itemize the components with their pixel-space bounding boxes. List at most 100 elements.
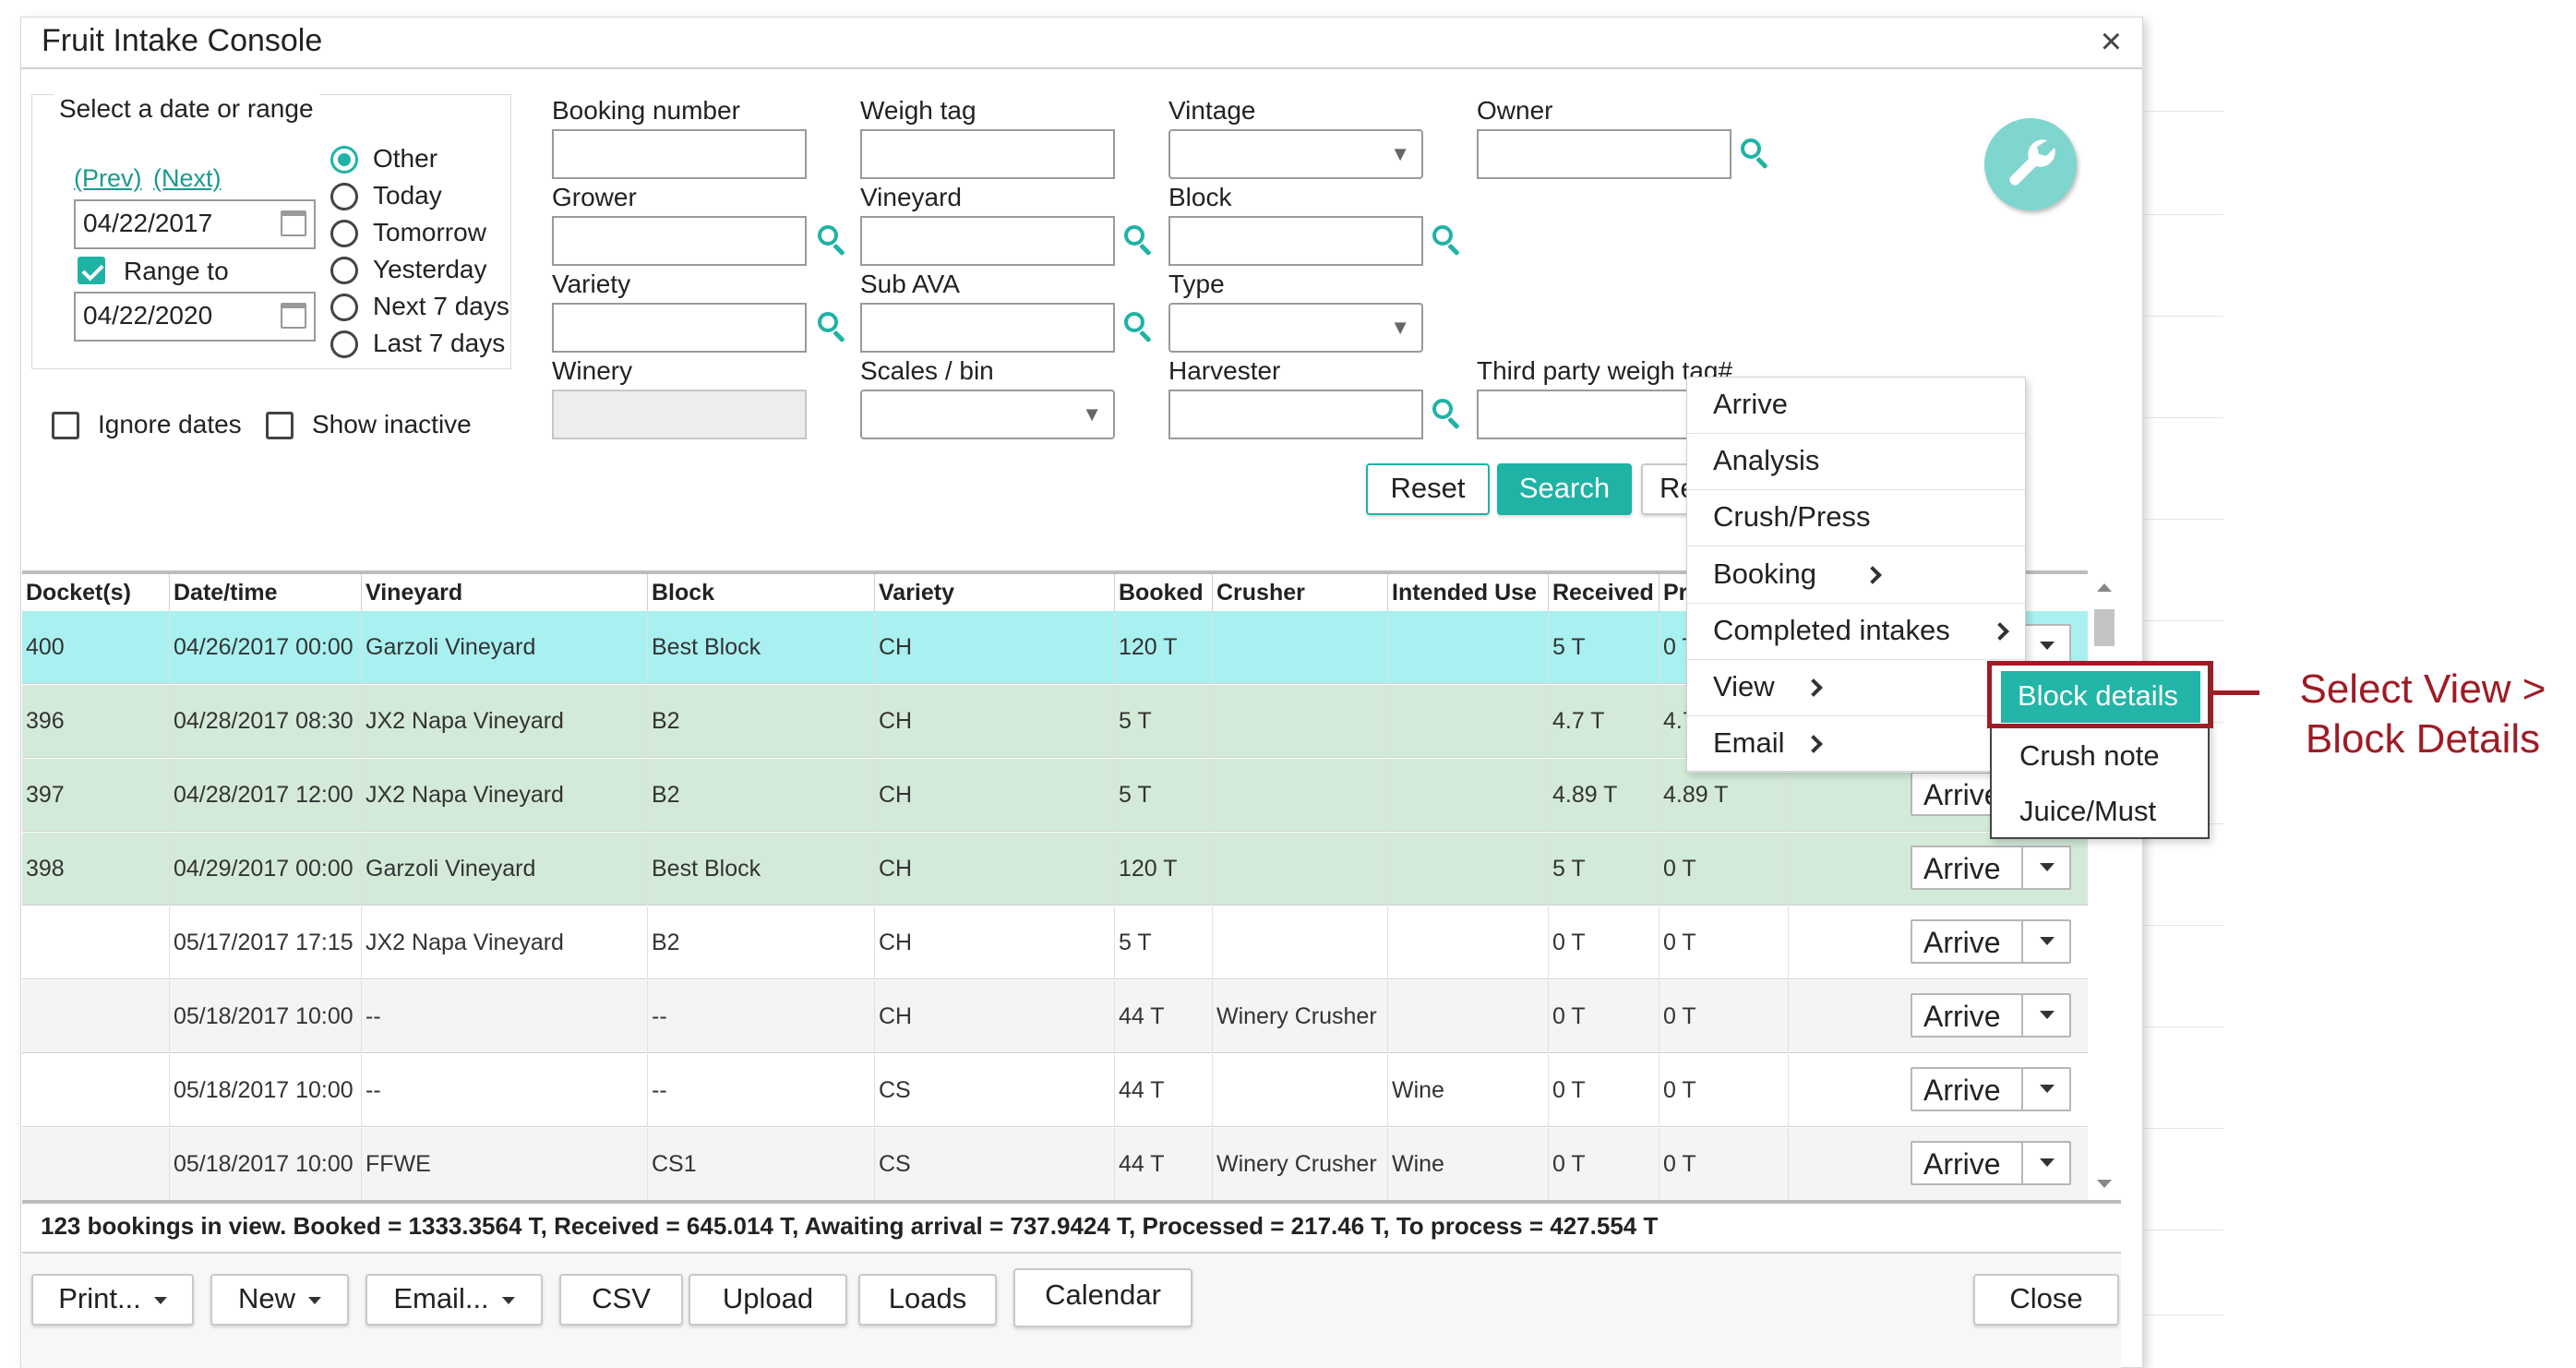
search-icon[interactable] bbox=[1122, 310, 1156, 343]
chevron-down-icon[interactable] bbox=[2021, 847, 2069, 888]
new-button[interactable]: New bbox=[210, 1274, 349, 1326]
sub-ava-input[interactable] bbox=[860, 303, 1115, 353]
close-button[interactable]: Close bbox=[1973, 1274, 2119, 1326]
dialog-title: Fruit Intake Console bbox=[42, 23, 323, 58]
search-icon[interactable] bbox=[1739, 137, 1772, 170]
calendar-icon[interactable] bbox=[281, 210, 306, 236]
range-to-checkbox[interactable] bbox=[78, 257, 105, 284]
type-select[interactable]: ▼ bbox=[1168, 303, 1423, 353]
harvester-label: Harvester bbox=[1168, 356, 1281, 385]
search-icon[interactable] bbox=[816, 310, 849, 343]
block-details-menu-item[interactable]: Block details bbox=[2001, 671, 2200, 723]
scales-bin-select[interactable]: ▼ bbox=[860, 390, 1115, 439]
chevron-right-icon bbox=[1863, 565, 1882, 584]
grower-input[interactable] bbox=[552, 216, 807, 266]
chevron-down-icon: ▼ bbox=[1390, 142, 1410, 165]
col-vineyard[interactable]: Vineyard bbox=[362, 574, 648, 611]
col-intended-use[interactable]: Intended Use bbox=[1388, 574, 1549, 611]
cell-docket: 396 bbox=[22, 685, 170, 758]
calendar-button[interactable]: Calendar bbox=[1013, 1268, 1192, 1327]
completed-intakes-menu-item[interactable]: Completed intakes bbox=[1687, 604, 2025, 660]
table-row[interactable]: 398 04/29/2017 00:00 Garzoli Vineyard Best … bbox=[22, 833, 2088, 906]
crush-note-menu-item[interactable]: Crush note bbox=[1992, 728, 2208, 785]
cell-processed: 0 T bbox=[1659, 1054, 1789, 1127]
email-button[interactable]: Email... bbox=[365, 1274, 543, 1326]
radio-tomorrow[interactable] bbox=[330, 220, 358, 247]
search-icon[interactable] bbox=[1122, 223, 1156, 257]
cell-block: -- bbox=[648, 1054, 875, 1127]
vintage-select[interactable]: ▼ bbox=[1168, 129, 1423, 179]
prev-link[interactable]: (Prev) bbox=[74, 164, 142, 193]
csv-button[interactable]: CSV bbox=[559, 1274, 683, 1326]
radio-yesterday[interactable] bbox=[330, 257, 358, 284]
chevron-down-icon[interactable] bbox=[2021, 1143, 2069, 1183]
loads-button[interactable]: Loads bbox=[858, 1274, 997, 1326]
col-docket[interactable]: Docket(s) bbox=[22, 574, 170, 611]
wrench-icon[interactable] bbox=[1984, 118, 2077, 210]
arrive-button[interactable]: Arrive bbox=[1911, 1141, 2071, 1185]
chevron-down-icon[interactable] bbox=[2021, 1069, 2069, 1110]
cell-variety: CS bbox=[875, 1054, 1115, 1127]
type-label: Type bbox=[1168, 270, 1225, 298]
chevron-down-icon[interactable] bbox=[2021, 995, 2069, 1036]
arrive-button[interactable]: Arrive bbox=[1911, 846, 2071, 890]
booking-menu-item[interactable]: Booking bbox=[1687, 547, 2025, 604]
radio-other[interactable] bbox=[330, 146, 358, 174]
booking-number-input[interactable] bbox=[552, 129, 807, 179]
analysis-menu-item[interactable]: Analysis bbox=[1687, 434, 2025, 491]
harvester-input[interactable] bbox=[1168, 390, 1423, 439]
upload-button[interactable]: Upload bbox=[689, 1274, 847, 1326]
date-from-input[interactable]: 04/22/2017 bbox=[74, 199, 316, 249]
show-inactive-checkbox[interactable] bbox=[266, 412, 294, 439]
radio-next-7-days[interactable] bbox=[330, 294, 358, 321]
ignore-dates-checkbox[interactable] bbox=[52, 412, 79, 439]
juice-must-menu-item[interactable]: Juice/Must bbox=[1992, 784, 2208, 840]
date-to-input[interactable]: 04/22/2020 bbox=[74, 292, 316, 342]
arrive-button[interactable]: Arrive bbox=[1911, 1067, 2071, 1111]
col-datetime[interactable]: Date/time bbox=[170, 574, 362, 611]
col-variety[interactable]: Variety bbox=[875, 574, 1115, 611]
col-received[interactable]: Received bbox=[1549, 574, 1659, 611]
scroll-down-icon[interactable] bbox=[2097, 1180, 2112, 1188]
table-row[interactable]: 05/18/2017 10:00 -- -- CS 44 T Wine 0 T0 T Arri… bbox=[22, 1054, 2088, 1127]
bookings-summary: 123 bookings in view. Booked = 1333.3564… bbox=[22, 1200, 2121, 1254]
search-button[interactable]: Search bbox=[1497, 463, 1632, 515]
table-row[interactable]: 05/18/2017 10:00 -- -- CH 44 T Winery Crusher… bbox=[22, 980, 2088, 1053]
cell-docket bbox=[22, 1128, 170, 1200]
cell-vineyard: Garzoli Vineyard bbox=[362, 833, 648, 906]
radio-last-7-days[interactable] bbox=[330, 330, 358, 358]
chevron-down-icon[interactable] bbox=[2021, 626, 2069, 666]
cell-received: 0 T bbox=[1549, 1054, 1659, 1127]
arrive-button[interactable]: Arrive bbox=[1911, 919, 2071, 964]
table-row[interactable]: 05/18/2017 10:00 FFWE CS1 CS 44 T Winery Crus… bbox=[22, 1128, 2088, 1200]
scroll-up-icon[interactable] bbox=[2097, 583, 2112, 592]
email-menu-item[interactable]: Email bbox=[1687, 716, 2025, 774]
radio-today[interactable] bbox=[330, 183, 358, 210]
scroll-thumb[interactable] bbox=[2094, 609, 2115, 646]
col-booked[interactable]: Booked bbox=[1115, 574, 1213, 611]
chevron-down-icon bbox=[501, 1296, 515, 1304]
chevron-down-icon[interactable] bbox=[2021, 921, 2069, 962]
calendar-icon[interactable] bbox=[281, 303, 306, 329]
crush-press-menu-item[interactable]: Crush/Press bbox=[1687, 490, 2025, 547]
range-to-label: Range to bbox=[124, 257, 229, 285]
owner-input[interactable] bbox=[1477, 129, 1731, 179]
cell-booked: 44 T bbox=[1115, 1054, 1213, 1127]
close-icon[interactable]: × bbox=[2101, 21, 2122, 62]
arrive-button[interactable]: Arrive bbox=[1911, 993, 2071, 1038]
weigh-tag-input[interactable] bbox=[860, 129, 1115, 179]
search-icon[interactable] bbox=[816, 223, 849, 257]
variety-input[interactable] bbox=[552, 303, 807, 353]
print-button[interactable]: Print... bbox=[31, 1274, 194, 1326]
col-crusher[interactable]: Crusher bbox=[1213, 574, 1388, 611]
block-input[interactable] bbox=[1168, 216, 1423, 266]
next-link[interactable]: (Next) bbox=[153, 164, 222, 193]
col-block[interactable]: Block bbox=[648, 574, 875, 611]
search-icon[interactable] bbox=[1431, 397, 1464, 430]
arrive-menu-item[interactable]: Arrive bbox=[1687, 378, 2025, 434]
search-icon[interactable] bbox=[1431, 223, 1464, 257]
vineyard-input[interactable] bbox=[860, 216, 1115, 266]
view-menu-item[interactable]: View bbox=[1687, 660, 2025, 716]
table-row[interactable]: 05/17/2017 17:15 JX2 Napa Vineyard B2 CH 5 T… bbox=[22, 906, 2088, 979]
reset-button[interactable]: Reset bbox=[1366, 463, 1490, 515]
